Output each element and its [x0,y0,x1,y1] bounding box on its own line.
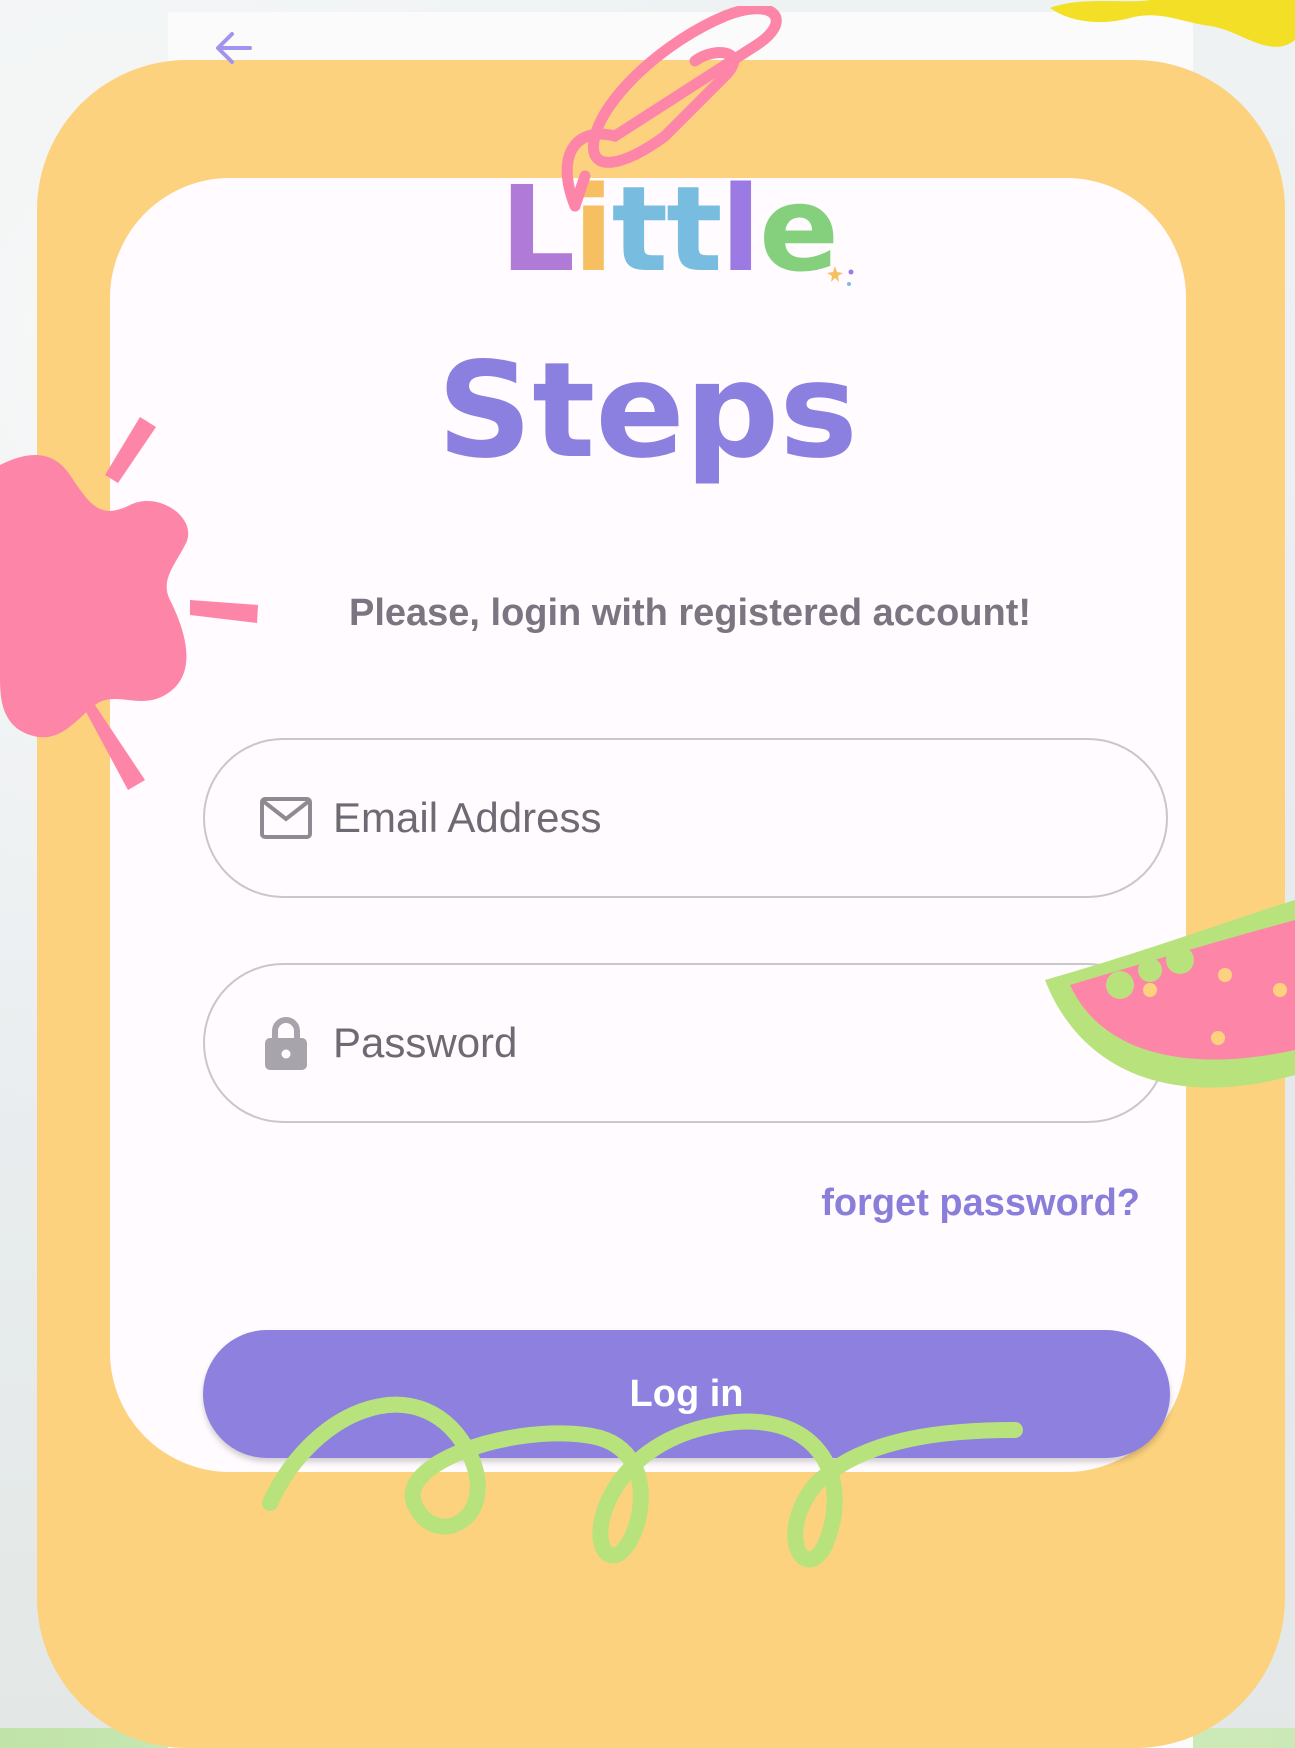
lock-icon [259,1016,313,1070]
login-button[interactable]: Log in [203,1330,1170,1458]
email-field[interactable] [203,738,1168,898]
forgot-password-link[interactable]: forget password? [821,1182,1140,1225]
logo-little: Little [500,170,837,288]
password-input[interactable] [331,1018,1035,1068]
password-field[interactable] [203,963,1168,1123]
back-button[interactable] [210,24,258,72]
logo-letter: e [759,170,837,288]
logo-letter: i [573,170,611,288]
logo-letter: l [721,170,759,288]
logo-letter: t [666,170,720,288]
login-subtitle: Please, login with registered account! [300,592,1080,635]
logo-letter: L [500,170,573,288]
mail-icon [259,791,313,845]
email-input[interactable] [331,793,1035,843]
logo-letter: t [612,170,666,288]
arrow-left-icon [210,24,258,72]
logo-steps: Steps [0,345,1295,477]
